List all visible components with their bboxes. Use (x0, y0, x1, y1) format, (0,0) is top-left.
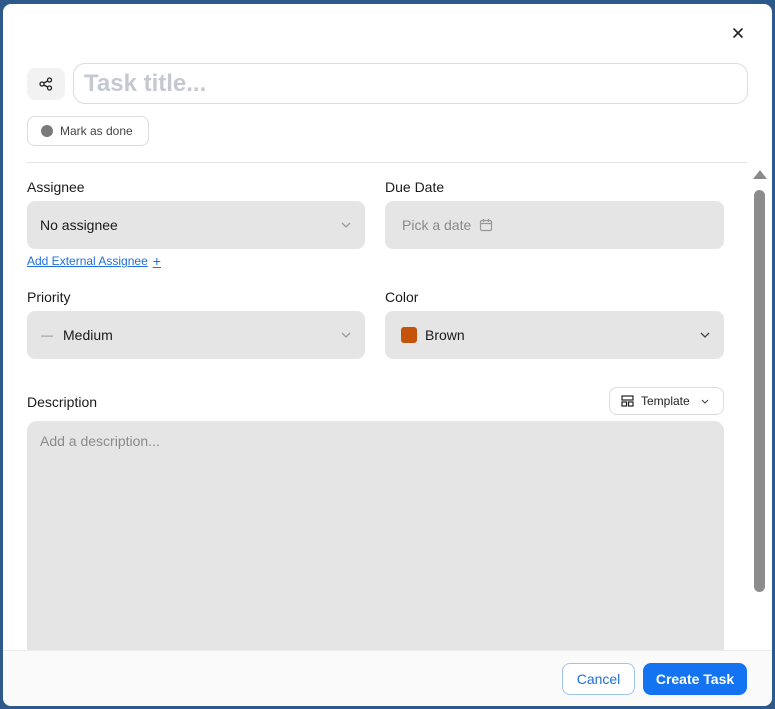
share-button[interactable] (27, 68, 65, 100)
scrollbar-thumb[interactable] (754, 190, 765, 592)
add-external-assignee-label: Add External Assignee (27, 254, 148, 268)
due-date-label: Due Date (385, 179, 445, 195)
description-textarea[interactable] (27, 421, 724, 661)
priority-dash-icon: — (41, 328, 53, 342)
chevron-down-icon (341, 222, 351, 228)
assignee-label: Assignee (27, 179, 85, 195)
add-external-assignee-link[interactable]: Add External Assignee + (27, 254, 161, 268)
chevron-down-icon (701, 399, 709, 404)
chevron-down-icon (700, 332, 710, 338)
color-value: Brown (425, 327, 465, 343)
close-button[interactable] (727, 22, 749, 44)
assignee-value: No assignee (40, 217, 118, 233)
chevron-down-icon (341, 332, 351, 338)
priority-label: Priority (27, 289, 71, 305)
color-label: Color (385, 289, 419, 305)
task-title-input[interactable] (73, 63, 748, 104)
template-label: Template (641, 394, 690, 408)
due-date-picker[interactable]: Pick a date (385, 201, 724, 249)
status-dot-icon (41, 125, 53, 137)
assignee-select[interactable]: No assignee (27, 201, 365, 249)
mark-as-done-label: Mark as done (60, 124, 133, 138)
scroll-up-arrow-icon[interactable] (753, 170, 767, 179)
color-swatch (401, 327, 417, 343)
template-button[interactable]: Template (609, 387, 724, 415)
plus-icon: + (152, 253, 161, 269)
calendar-icon (480, 219, 493, 232)
create-task-button[interactable]: Create Task (643, 663, 747, 695)
mark-as-done-button[interactable]: Mark as done (27, 116, 149, 146)
priority-value: Medium (63, 327, 113, 343)
template-icon (621, 395, 634, 407)
close-icon (733, 28, 743, 38)
share-icon (39, 77, 53, 91)
header-divider (27, 162, 747, 163)
color-select[interactable]: Brown (385, 311, 724, 359)
cancel-button[interactable]: Cancel (562, 663, 635, 695)
priority-select[interactable]: — Medium (27, 311, 365, 359)
description-label: Description (27, 394, 98, 410)
create-task-dialog: Mark as done Assignee No assignee Add Ex… (3, 4, 772, 706)
due-date-placeholder: Pick a date (402, 217, 472, 233)
